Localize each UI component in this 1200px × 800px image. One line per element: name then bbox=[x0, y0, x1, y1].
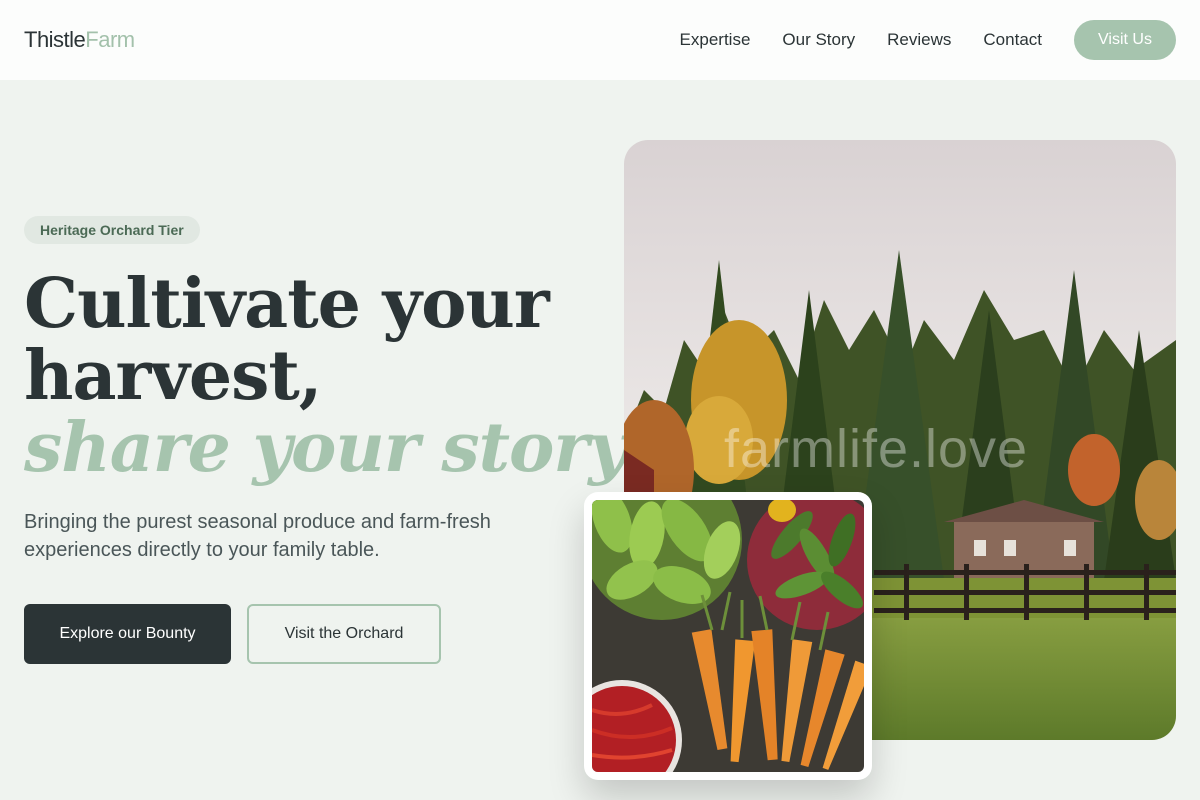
nav-link-contact[interactable]: Contact bbox=[983, 30, 1042, 50]
produce-illustration bbox=[592, 500, 864, 772]
headline-accent: share your story. bbox=[24, 408, 643, 488]
nav-link-reviews[interactable]: Reviews bbox=[887, 30, 951, 50]
visit-orchard-button[interactable]: Visit the Orchard bbox=[247, 604, 441, 664]
photo-watermark: farmlife.love bbox=[724, 419, 1029, 479]
brand-logo[interactable]: ThistleFarm bbox=[24, 27, 135, 53]
brand-name-second: Farm bbox=[85, 27, 135, 52]
visit-us-button[interactable]: Visit Us bbox=[1074, 20, 1176, 60]
hero-subtitle: Bringing the purest seasonal produce and… bbox=[24, 511, 491, 561]
nav-link-expertise[interactable]: Expertise bbox=[680, 30, 751, 50]
nav-link-our-story[interactable]: Our Story bbox=[782, 30, 855, 50]
site-header: ThistleFarm Expertise Our Story Reviews … bbox=[0, 0, 1200, 80]
brand-name-first: Thistle bbox=[24, 27, 86, 52]
headline-line-2: harvest, bbox=[24, 336, 322, 416]
headline-line-1: Cultivate your bbox=[24, 264, 550, 344]
produce-photo bbox=[592, 500, 864, 772]
produce-photo-card bbox=[584, 492, 872, 780]
main-nav: Expertise Our Story Reviews Contact Visi… bbox=[648, 20, 1176, 60]
tier-badge: Heritage Orchard Tier bbox=[24, 216, 200, 244]
explore-bounty-button[interactable]: Explore our Bounty bbox=[24, 604, 231, 664]
hero-headline: Cultivate your harvest, share your story… bbox=[24, 264, 643, 488]
